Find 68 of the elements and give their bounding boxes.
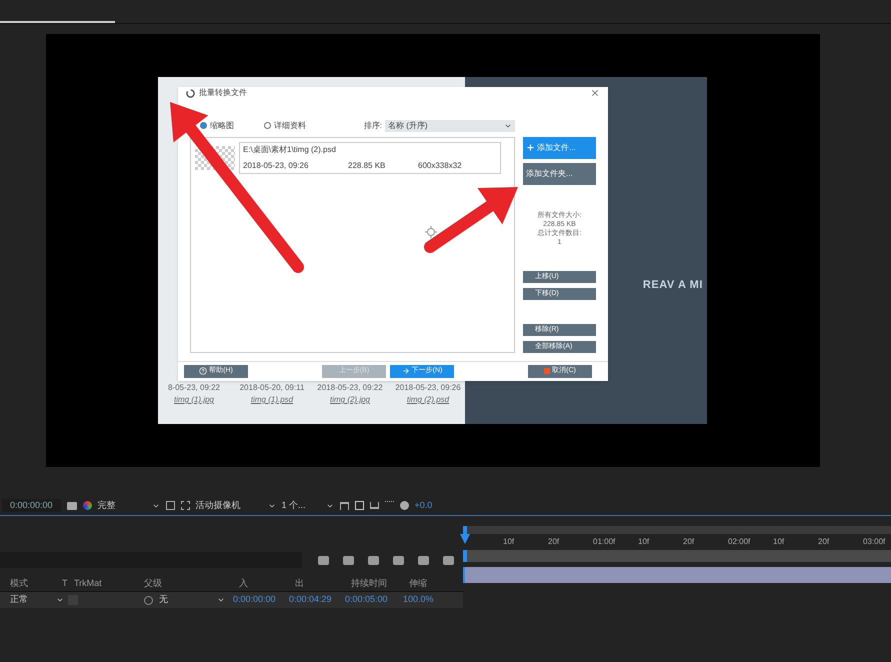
ruler-label: 02:00f (728, 536, 752, 548)
add-folder-button[interactable]: 添加文件夹... (523, 162, 596, 185)
layer-row[interactable]: 正常 无 0:00:00:00 0:00:04:29 0:00:05:00 100.0% (0, 592, 463, 608)
logo-text: REAV A MI (642, 278, 703, 294)
resolution-dropdown[interactable]: 完整 (98, 498, 160, 512)
exposure-icon[interactable] (400, 501, 409, 510)
file-dimensions: 600x338x32 (418, 160, 462, 172)
arrow-right-icon (402, 367, 410, 376)
in-time[interactable]: 0:00:00:00 (233, 593, 289, 607)
view-radio[interactable]: 详细资料 (264, 120, 306, 132)
sort-dropdown[interactable]: 名称 (升序) (385, 120, 515, 132)
column-header[interactable]: T (62, 576, 74, 590)
chevron-down-icon[interactable] (56, 596, 64, 604)
column-header[interactable]: 出 (295, 576, 351, 590)
playhead-icon[interactable] (460, 534, 470, 544)
stretch-value[interactable]: 100.0% (403, 593, 434, 607)
file-item[interactable]: E:\桌面\素材1\timg (2).psd 2018-05-23, 09:26 228.85 KB 600x338x32 (239, 142, 501, 174)
sort-label: 排序: (364, 120, 382, 132)
thumbnail-date: 2018-05-23, 09:26 (395, 382, 461, 394)
ruler-label: 20f (818, 536, 830, 548)
thumbnail-date: 2018-05-23, 09:22 (317, 382, 383, 394)
ruler-label: 03:00f (863, 536, 886, 548)
plus-icon (526, 143, 535, 152)
thumbnail-filename[interactable]: timg (2).jpg (330, 394, 370, 406)
duration-time[interactable]: 0:00:05:00 (345, 593, 403, 607)
region-icon[interactable] (166, 501, 175, 510)
thumbnail-date: 2018-05-20, 09:11 (240, 382, 304, 394)
column-header[interactable]: 父级 (144, 576, 239, 590)
close-icon[interactable] (590, 88, 600, 98)
column-header[interactable]: 模式 (0, 576, 62, 590)
column-header[interactable]: 持续时间 (351, 576, 409, 590)
file-date: 2018-05-23, 09:26 (243, 160, 310, 172)
timeline-icon[interactable] (370, 502, 379, 509)
parent-pick-whip-icon[interactable] (144, 596, 153, 604)
fast-preview-icon[interactable] (354, 501, 364, 510)
thumbnail-date: 8-05-23, 09:22 (168, 382, 220, 394)
transparency-grid-icon[interactable] (180, 501, 190, 510)
toggle-icon[interactable] (340, 502, 349, 510)
ruler-label: 20f (548, 536, 560, 548)
dialog-title: 批量转换文件 (199, 87, 248, 100)
help-icon (199, 367, 208, 376)
ruler-label: 10f (503, 536, 516, 548)
timecode-display[interactable]: 0:00:00:00 (2, 498, 61, 512)
views-dropdown[interactable]: 1 个... (282, 498, 334, 512)
view-radio[interactable]: 缩略图 (200, 120, 234, 132)
column-header[interactable]: TrkMat (74, 576, 144, 590)
thumbnail-filename[interactable]: timg (2).psd (406, 394, 450, 406)
ruler-label: 01:00f (593, 536, 616, 548)
thumbnail-filename[interactable]: timg (1).psd (250, 394, 294, 406)
thumbnail-filename[interactable]: timg (1).jpg (174, 394, 214, 406)
column-header[interactable]: 入 (239, 576, 295, 590)
mode-dropdown[interactable]: 正常 (10, 593, 66, 607)
ruler-label: 20f (683, 536, 696, 548)
ruler-label: 10f (638, 536, 650, 548)
cancel-icon (544, 368, 550, 374)
crosshair-icon (425, 226, 437, 238)
file-size: 228.85 KB (348, 160, 386, 172)
camera-dropdown[interactable]: 活动摄像机 (196, 498, 276, 512)
exposure-value[interactable]: +0.0 (414, 498, 432, 512)
add-file-button[interactable]: 添加文件... (523, 136, 596, 159)
chevron-down-icon[interactable] (217, 596, 225, 604)
parent-dropdown[interactable]: 无 (159, 593, 225, 607)
app-logo-icon (186, 88, 195, 98)
color-channels-icon[interactable] (82, 501, 92, 510)
out-time[interactable]: 0:00:04:29 (289, 593, 345, 607)
ruler-label: 10f (773, 536, 786, 548)
file-path: E:\桌面\素材1\timg (2).psd (243, 144, 337, 156)
column-header[interactable]: 伸缩 (409, 576, 459, 590)
